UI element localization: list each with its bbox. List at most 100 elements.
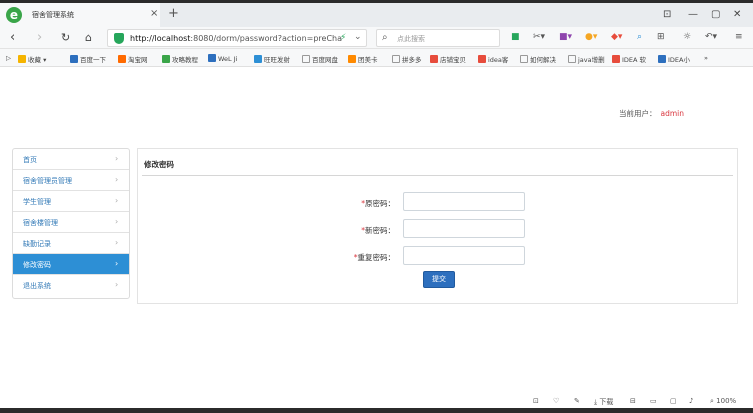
undo-icon[interactable]: ↶▾ (705, 32, 717, 42)
chevron-right-icon: › (115, 154, 119, 163)
address-bar[interactable]: http://localhost:8080/dorm/password?acti… (107, 29, 367, 47)
search-placeholder: 点此搜索 (397, 35, 425, 43)
navigation-bar: ‹ › ↻ ⌂ http://localhost:8080/dorm/passw… (0, 27, 753, 49)
back-icon[interactable]: ‹ (10, 30, 15, 45)
chevron-right-icon: › (115, 217, 119, 226)
bookmark-item[interactable]: 百度一下 (70, 54, 106, 64)
new-tab-icon[interactable]: + (168, 6, 179, 21)
home-icon[interactable]: ⌂ (85, 31, 92, 44)
url-text: http://localhost:8080/dorm/password?acti… (130, 34, 343, 43)
sidebar-item-label: 修改密码 (23, 261, 51, 269)
sidebar-item-label: 首页 (23, 156, 37, 164)
current-user-display: 当前用户： admin (619, 108, 684, 119)
chevron-right-icon: › (115, 280, 119, 289)
taskbar-strip (0, 408, 753, 413)
sidebar-item-home[interactable]: 首页 › (13, 149, 129, 170)
bookmark-item[interactable]: 收藏 ▾ (18, 54, 46, 64)
bookmark-item[interactable]: 百度网盘 (302, 54, 338, 64)
bookmark-item[interactable]: 店铺宝贝 (430, 54, 466, 64)
new-password-row: *新密码： (138, 219, 739, 239)
new-password-label: *新密码： (361, 226, 395, 235)
current-user-label: 当前用户： (619, 109, 657, 118)
security-shield-icon (114, 33, 124, 44)
sidebar-item-change-password[interactable]: 修改密码 › (13, 254, 129, 275)
screenshot-icon[interactable]: ■ (511, 32, 520, 42)
current-user-name: admin (660, 109, 685, 118)
fullscreen-icon[interactable]: ▢ (670, 397, 677, 405)
old-password-label: *原密码： (361, 199, 395, 208)
reload-icon[interactable]: ↻ (61, 31, 70, 44)
sidebar-item-label: 退出系统 (23, 282, 51, 290)
change-password-panel: 修改密码 *原密码： *新密码： *重复密码： 提交 (137, 148, 738, 304)
bookmark-item[interactable]: java增删 (568, 54, 605, 64)
bookmark-item[interactable]: idea客 (478, 54, 508, 64)
flash-icon[interactable]: ⚡ (340, 33, 346, 43)
repeat-password-row: *重复密码： (138, 246, 739, 266)
sidebar-item-buildings[interactable]: 宿舍楼管理 › (13, 212, 129, 233)
search-bar[interactable]: ⌕ 点此搜索 (376, 29, 500, 47)
chevron-down-icon[interactable]: ⌄ (354, 32, 362, 42)
brush-icon[interactable]: ✎ (574, 397, 580, 405)
grid-icon[interactable]: ⊞ (657, 32, 665, 42)
bookmark-item[interactable]: 攻略教程 (162, 54, 198, 64)
panel-divider (142, 175, 733, 176)
chevron-right-icon: › (115, 175, 119, 184)
bookmark-item[interactable]: IDEA小 (658, 54, 690, 64)
tab-bar: e 宿舍管理系统 × + ⊡ — ▢ ✕ (0, 3, 753, 27)
brightness-icon[interactable]: ☼ (683, 32, 691, 42)
status-icon[interactable]: ⊡ (533, 397, 539, 405)
zoom-control[interactable]: ⌕ 100% (710, 397, 736, 406)
sidebar-toggle-icon[interactable]: ▷ (6, 54, 11, 62)
forward-icon[interactable]: › (37, 30, 42, 45)
chevron-right-icon: › (115, 238, 119, 247)
sidebar-item-label: 宿舍管理员管理 (23, 177, 72, 185)
sound-icon[interactable]: ♪ (689, 397, 693, 405)
sidebar-item-dorm-managers[interactable]: 宿舍管理员管理 › (13, 170, 129, 191)
bookmark-item[interactable]: 旺旺发射 (254, 54, 290, 64)
game-icon[interactable]: ◆▾ (611, 32, 622, 42)
bookmark-item[interactable]: 拼多多 (392, 54, 422, 64)
sidebar-menu: 首页 › 宿舍管理员管理 › 学生管理 › 宿舍楼管理 › 缺勤记录 › 修改密… (12, 148, 130, 299)
find-icon[interactable]: ⌕ (637, 32, 642, 42)
menu-icon[interactable]: ≡ (735, 32, 743, 42)
sidebar-item-students[interactable]: 学生管理 › (13, 191, 129, 212)
repeat-password-input[interactable] (403, 246, 525, 265)
download-button[interactable]: ⤓ 下载 (594, 397, 613, 407)
repeat-password-label: *重复密码： (353, 253, 395, 262)
old-password-row: *原密码： (138, 192, 739, 212)
bookmark-item[interactable]: 团美卡 (348, 54, 378, 64)
restore-tab-icon[interactable]: ⊡ (663, 9, 671, 20)
search-icon: ⌕ (382, 32, 388, 43)
shield-icon[interactable]: ●▾ (585, 32, 597, 42)
tab-close-icon[interactable]: × (150, 8, 158, 19)
heart-icon[interactable]: ♡ (553, 397, 559, 405)
minimize-icon[interactable]: — (688, 9, 698, 20)
bookmarks-bar: ▷ 收藏 ▾ 百度一下 淘宝网 攻略教程 WeL Ji 旺旺发射 百度网盘 团美… (0, 49, 753, 67)
tab-title: 宿舍管理系统 (32, 11, 74, 19)
window-icon[interactable]: ⊟ (630, 397, 636, 405)
sidebar-item-label: 学生管理 (23, 198, 51, 206)
close-window-icon[interactable]: ✕ (733, 9, 741, 20)
sidebar-item-logout[interactable]: 退出系统 › (13, 275, 129, 296)
bookmark-item[interactable]: 淘宝网 (118, 54, 148, 64)
browser-logo-icon: e (6, 7, 22, 23)
bookmarks-more-icon[interactable]: » (704, 54, 708, 62)
chevron-right-icon: › (115, 259, 119, 268)
sidebar-item-label: 宿舍楼管理 (23, 219, 58, 227)
chevron-right-icon: › (115, 196, 119, 205)
sidebar-item-label: 缺勤记录 (23, 240, 51, 248)
bookmark-item[interactable]: 如何解决 (520, 54, 556, 64)
submit-button[interactable]: 提交 (423, 271, 455, 288)
panel-title: 修改密码 (144, 160, 174, 169)
page-icon[interactable]: ▭ (650, 397, 657, 405)
sidebar-item-absence-records[interactable]: 缺勤记录 › (13, 233, 129, 254)
new-password-input[interactable] (403, 219, 525, 238)
bookmark-item[interactable]: WeL Ji (208, 54, 237, 63)
old-password-input[interactable] (403, 192, 525, 211)
status-bar: ⊡ ♡ ✎ ⤓ 下载 ⊟ ▭ ▢ ♪ ⌕ 100% (0, 394, 753, 408)
apps-icon[interactable]: ■▾ (559, 32, 572, 42)
scissors-icon[interactable]: ✂▾ (533, 32, 545, 42)
bookmark-item[interactable]: IDEA 软 (612, 54, 646, 64)
browser-tab[interactable]: e 宿舍管理系统 × (0, 3, 160, 27)
maximize-icon[interactable]: ▢ (711, 9, 720, 20)
